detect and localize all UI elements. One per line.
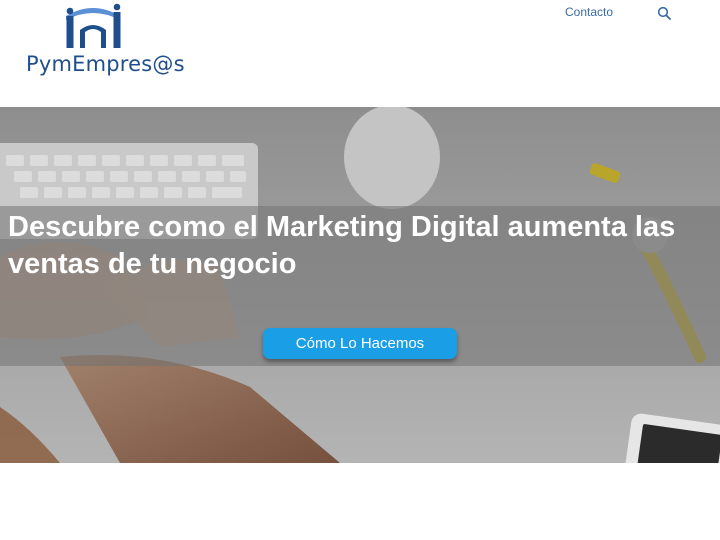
people-arch-logo-icon — [66, 3, 121, 48]
search-icon[interactable] — [656, 5, 672, 21]
como-lo-hacemos-button[interactable]: Cómo Lo Hacemos — [263, 328, 457, 359]
site-logo[interactable]: PymEmpres@s — [26, 2, 185, 82]
site-header: PymEmpres@s Contacto — [0, 0, 720, 107]
hero-title: Descubre como el Marketing Digital aumen… — [8, 211, 676, 280]
content-area — [0, 463, 720, 540]
nav-contacto-link[interactable]: Contacto — [565, 5, 613, 19]
logo-wordmark: PymEmpres@s — [26, 52, 185, 76]
hero-section: Descubre como el Marketing Digital aumen… — [0, 107, 720, 463]
